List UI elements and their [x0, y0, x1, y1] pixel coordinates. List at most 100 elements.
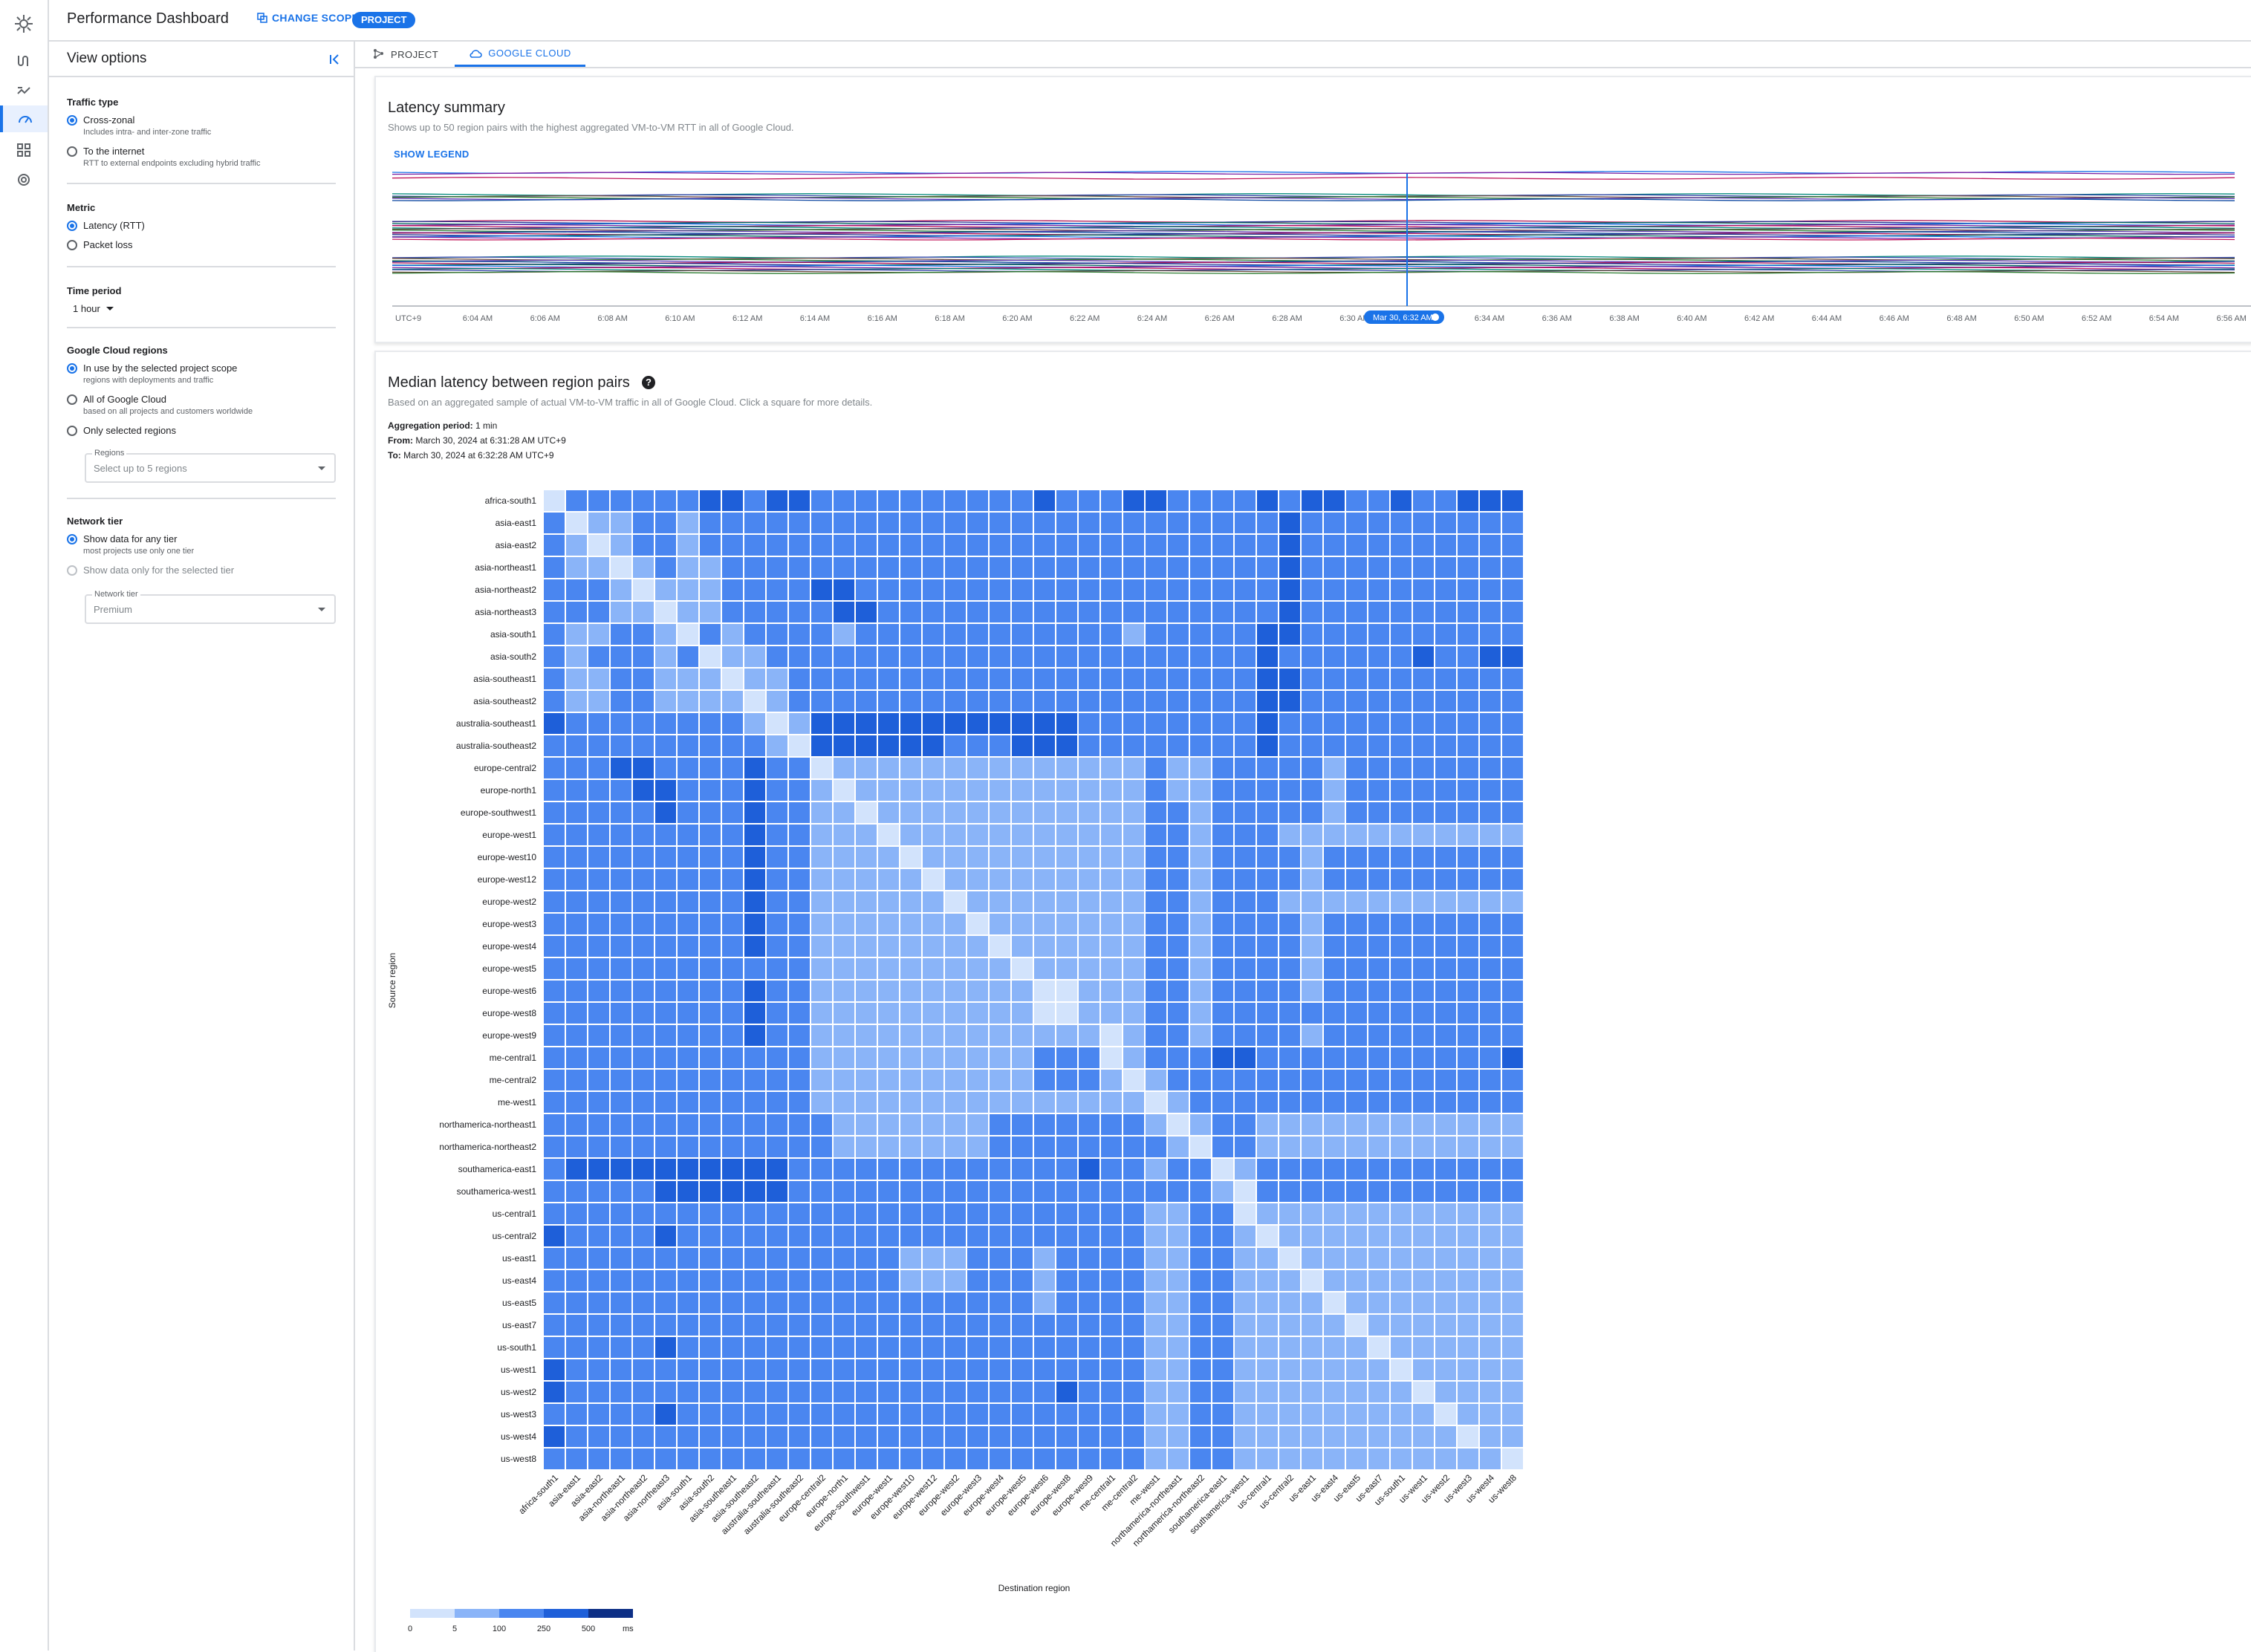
heatmap-cell[interactable] — [1279, 1315, 1300, 1336]
heatmap-cell[interactable] — [1391, 735, 1412, 756]
heatmap-cell[interactable] — [1212, 869, 1233, 890]
heatmap-cell[interactable] — [1056, 780, 1077, 801]
heatmap-cell[interactable] — [1324, 1404, 1345, 1425]
heatmap-cell[interactable] — [722, 1136, 743, 1157]
heatmap-cell[interactable] — [1368, 1337, 1389, 1358]
heatmap-cell[interactable] — [1146, 1315, 1166, 1336]
heatmap-cell[interactable] — [1391, 602, 1412, 622]
heatmap-cell[interactable] — [544, 669, 565, 689]
heatmap-cell[interactable] — [1034, 1025, 1055, 1046]
heatmap-cell[interactable] — [678, 958, 698, 979]
heatmap-cell[interactable] — [1235, 1315, 1256, 1336]
heatmap-cell[interactable] — [1034, 1003, 1055, 1024]
heatmap-cell[interactable] — [856, 1270, 877, 1291]
heatmap-cell[interactable] — [611, 1426, 631, 1447]
regions-select[interactable]: Regions Select up to 5 regions — [85, 449, 336, 483]
heatmap-cell[interactable] — [1502, 1226, 1523, 1246]
heatmap-cell[interactable] — [811, 847, 832, 868]
heatmap-cell[interactable] — [1302, 490, 1322, 511]
heatmap-cell[interactable] — [923, 1136, 943, 1157]
heatmap-cell[interactable] — [878, 624, 899, 645]
heatmap-cell[interactable] — [990, 1070, 1010, 1090]
heatmap-cell[interactable] — [722, 1070, 743, 1090]
heatmap-cell[interactable] — [1257, 1136, 1278, 1157]
heatmap-cell[interactable] — [566, 1159, 587, 1180]
heatmap-cell[interactable] — [1034, 981, 1055, 1001]
heatmap-cell[interactable] — [744, 624, 765, 645]
heatmap-cell[interactable] — [1346, 646, 1367, 667]
heatmap-cell[interactable] — [1480, 1226, 1501, 1246]
heatmap-cell[interactable] — [1012, 1404, 1033, 1425]
heatmap-cell[interactable] — [856, 1226, 877, 1246]
heatmap-cell[interactable] — [1123, 802, 1144, 823]
heatmap-cell[interactable] — [1168, 1181, 1189, 1202]
heatmap-cell[interactable] — [1012, 1382, 1033, 1402]
heatmap-cell[interactable] — [611, 1114, 631, 1135]
heatmap-cell[interactable] — [633, 1136, 654, 1157]
heatmap-cell[interactable] — [633, 1070, 654, 1090]
heatmap-cell[interactable] — [1212, 1003, 1233, 1024]
heatmap-cell[interactable] — [1324, 1359, 1345, 1380]
heatmap-cell[interactable] — [655, 958, 676, 979]
heatmap-cell[interactable] — [945, 825, 966, 845]
heatmap-cell[interactable] — [1435, 1382, 1456, 1402]
heatmap-cell[interactable] — [1034, 1292, 1055, 1313]
heatmap-cell[interactable] — [722, 713, 743, 734]
heatmap-cell[interactable] — [588, 1136, 609, 1157]
heatmap-cell[interactable] — [611, 1226, 631, 1246]
heatmap-cell[interactable] — [1368, 891, 1389, 912]
heatmap-cell[interactable] — [767, 891, 787, 912]
heatmap-cell[interactable] — [633, 735, 654, 756]
radio-latency[interactable]: Latency (RTT) — [67, 220, 145, 231]
heatmap-cell[interactable] — [744, 869, 765, 890]
heatmap-cell[interactable] — [1435, 802, 1456, 823]
heatmap-cell[interactable] — [1235, 1226, 1256, 1246]
heatmap-cell[interactable] — [945, 1047, 966, 1068]
heatmap-cell[interactable] — [1502, 1382, 1523, 1402]
heatmap-cell[interactable] — [1079, 1226, 1099, 1246]
heatmap-cell[interactable] — [834, 1448, 854, 1469]
heatmap-cell[interactable] — [1279, 669, 1300, 689]
heatmap-cell[interactable] — [1212, 1448, 1233, 1469]
heatmap-cell[interactable] — [744, 579, 765, 600]
heatmap-cell[interactable] — [1168, 958, 1189, 979]
heatmap-cell[interactable] — [1480, 1159, 1501, 1180]
heatmap-cell[interactable] — [856, 1003, 877, 1024]
heatmap-cell[interactable] — [1034, 646, 1055, 667]
heatmap-cell[interactable] — [1123, 1136, 1144, 1157]
heatmap-cell[interactable] — [1012, 669, 1033, 689]
heatmap-cell[interactable] — [1346, 1047, 1367, 1068]
heatmap-cell[interactable] — [767, 1047, 787, 1068]
heatmap-cell[interactable] — [655, 691, 676, 712]
heatmap-cell[interactable] — [1212, 981, 1233, 1001]
heatmap-cell[interactable] — [1435, 1203, 1456, 1224]
heatmap-cell[interactable] — [1034, 1248, 1055, 1269]
heatmap-cell[interactable] — [678, 624, 698, 645]
heatmap-cell[interactable] — [1146, 1070, 1166, 1090]
heatmap-cell[interactable] — [1502, 713, 1523, 734]
heatmap-cell[interactable] — [1257, 735, 1278, 756]
heatmap-cell[interactable] — [1190, 825, 1211, 845]
heatmap-cell[interactable] — [900, 1203, 921, 1224]
heatmap-cell[interactable] — [767, 1070, 787, 1090]
heatmap-cell[interactable] — [1502, 936, 1523, 957]
heatmap-cell[interactable] — [1324, 914, 1345, 934]
heatmap-cell[interactable] — [1235, 735, 1256, 756]
heatmap-cell[interactable] — [566, 981, 587, 1001]
heatmap-cell[interactable] — [1391, 1404, 1412, 1425]
heatmap-cell[interactable] — [744, 691, 765, 712]
heatmap-cell[interactable] — [878, 735, 899, 756]
heatmap-cell[interactable] — [1458, 1337, 1478, 1358]
heatmap-cell[interactable] — [1368, 646, 1389, 667]
heatmap-cell[interactable] — [990, 981, 1010, 1001]
logo-icon[interactable] — [10, 10, 37, 37]
heatmap-cell[interactable] — [700, 1203, 721, 1224]
heatmap-cell[interactable] — [588, 1092, 609, 1113]
heatmap-cell[interactable] — [1391, 825, 1412, 845]
heatmap-cell[interactable] — [1346, 802, 1367, 823]
heatmap-cell[interactable] — [1146, 1136, 1166, 1157]
heatmap-cell[interactable] — [544, 1448, 565, 1469]
heatmap-cell[interactable] — [900, 1448, 921, 1469]
heatmap-cell[interactable] — [1034, 713, 1055, 734]
heatmap-cell[interactable] — [967, 535, 988, 556]
